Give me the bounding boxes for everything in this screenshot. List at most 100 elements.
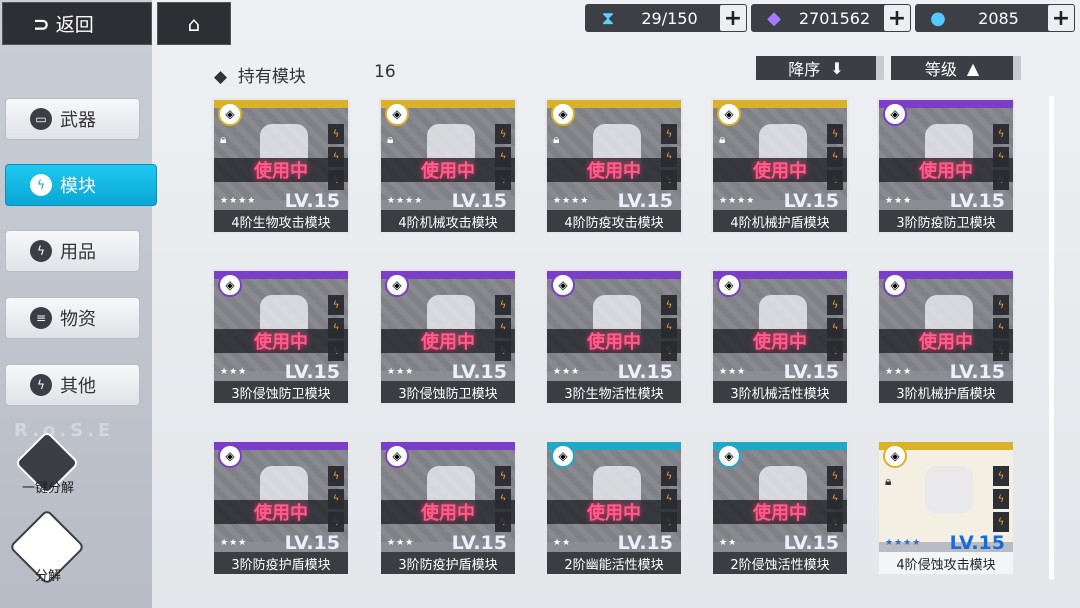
module-name: 4阶机械攻击模块: [381, 210, 515, 232]
star-rating: ★★★★: [553, 196, 590, 206]
sidebar-item-other[interactable]: ϟ 其他: [5, 364, 140, 406]
affix-icons: ϟϟϟ: [993, 466, 1009, 532]
sidebar-item-label: 物资: [60, 309, 96, 330]
module-level: LV.15: [284, 190, 340, 212]
in-use-badge: 使用中: [547, 329, 681, 353]
type-emblem-icon: ◈: [218, 444, 242, 468]
module-name: 3阶机械活性模块: [713, 381, 847, 403]
rank-icon: ▲: [966, 58, 980, 78]
module-card[interactable]: ◈ϟϟϟ使用中★★★LV.153阶机械活性模块: [711, 269, 849, 405]
star-rating: ★★: [719, 538, 738, 548]
scrollbar[interactable]: [1049, 96, 1054, 580]
type-emblem-icon: ◈: [551, 273, 575, 297]
affix-icon: ϟ: [827, 466, 843, 486]
module-name: 3阶防疫防卫模块: [879, 210, 1013, 232]
affix-icon: ϟ: [495, 295, 511, 315]
affix-icon: ϟ: [328, 295, 344, 315]
type-emblem-icon: ◈: [385, 273, 409, 297]
module-card[interactable]: ◈ϟϟϟ使用中★★★LV.153阶机械护盾模块: [877, 269, 1015, 405]
module-level: LV.15: [783, 532, 839, 554]
affix-icon: ϟ: [495, 124, 511, 144]
module-level: LV.15: [949, 190, 1005, 212]
star-rating: ★★★: [885, 367, 913, 377]
bolt-icon: ϟ: [30, 240, 52, 262]
back-arrow-icon: ⊃: [33, 11, 50, 36]
lock-icon[interactable]: 🔒︎: [220, 132, 226, 147]
module-card[interactable]: ◈ϟϟϟ使用中★★★LV.153阶防疫护盾模块: [212, 440, 350, 576]
resource-value: 2701562: [798, 8, 871, 28]
module-card[interactable]: ◈🔒︎ϟϟϟ使用中★★★★LV.154阶防疫攻击模块: [545, 98, 683, 234]
add-orb-button[interactable]: +: [1048, 5, 1074, 31]
affix-icon: ϟ: [328, 124, 344, 144]
module-card[interactable]: ◈ϟϟϟ使用中★★LV.152阶幽能活性模块: [545, 440, 683, 576]
module-level: LV.15: [451, 190, 507, 212]
module-card[interactable]: ◈ϟϟϟ使用中★★★LV.153阶防疫护盾模块: [379, 440, 517, 576]
module-name: 4阶生物攻击模块: [214, 210, 348, 232]
type-emblem-icon: ◈: [385, 444, 409, 468]
sidebar-item-supplies[interactable]: ϟ 用品: [5, 230, 140, 272]
module-card[interactable]: ◈ϟϟϟ使用中★★LV.152阶侵蚀活性模块: [711, 440, 849, 576]
add-crystal-button[interactable]: +: [884, 5, 910, 31]
hourglass-icon: ⧗: [601, 7, 615, 29]
module-card[interactable]: ◈🔒︎ϟϟϟ使用中★★★★LV.154阶机械护盾模块: [711, 98, 849, 234]
type-emblem-icon: ◈: [218, 273, 242, 297]
type-emblem-icon: ◈: [717, 273, 741, 297]
sort-order-button[interactable]: 降序 ⬇: [756, 56, 884, 80]
gun-icon: ▭: [30, 108, 52, 130]
back-button[interactable]: ⊃ 返回: [2, 2, 152, 45]
type-emblem-icon: ◈: [218, 102, 242, 126]
module-count: 16: [374, 62, 396, 82]
module-name: 2阶幽能活性模块: [547, 552, 681, 574]
sidebar-item-weapons[interactable]: ▭ 武器: [5, 98, 140, 140]
lock-icon[interactable]: 🔒︎: [719, 132, 725, 147]
in-use-badge: 使用中: [547, 500, 681, 524]
in-use-badge: 使用中: [713, 500, 847, 524]
in-use-badge: 使用中: [214, 158, 348, 182]
module-level: LV.15: [284, 532, 340, 554]
affix-icon: ϟ: [993, 124, 1009, 144]
affix-icon: ϟ: [993, 512, 1009, 532]
resource-crystal: ◆ 2701562 +: [751, 4, 911, 32]
type-emblem-icon: ◈: [551, 444, 575, 468]
module-name: 4阶防疫攻击模块: [547, 210, 681, 232]
add-stamina-button[interactable]: +: [720, 5, 746, 31]
lock-icon[interactable]: 🔒︎: [387, 132, 393, 147]
type-emblem-icon: ◈: [883, 444, 907, 468]
in-use-badge: 使用中: [713, 329, 847, 353]
sort-label: 降序: [788, 60, 821, 79]
module-card[interactable]: ◈ϟϟϟ使用中★★★LV.153阶防疫防卫模块: [877, 98, 1015, 234]
lock-icon[interactable]: 🔒︎: [885, 474, 891, 489]
star-rating: ★★★: [220, 367, 248, 377]
sidebar-item-label: 武器: [60, 110, 96, 131]
affix-icon: ϟ: [328, 466, 344, 486]
sidebar-item-modules[interactable]: ϟ 模块: [5, 164, 157, 206]
level-label: 等级: [924, 60, 957, 79]
affix-icon: ϟ: [661, 295, 677, 315]
type-emblem-icon: ◈: [883, 273, 907, 297]
affix-icon: ϟ: [495, 466, 511, 486]
lock-icon[interactable]: 🔒︎: [553, 132, 559, 147]
module-card[interactable]: ◈ϟϟϟ使用中★★★LV.153阶生物活性模块: [545, 269, 683, 405]
module-level: LV.15: [617, 532, 673, 554]
type-emblem-icon: ◈: [717, 444, 741, 468]
module-card[interactable]: ◈🔒︎ϟϟϟ使用中★★★★LV.154阶生物攻击模块: [212, 98, 350, 234]
type-emblem-icon: ◈: [883, 102, 907, 126]
star-rating: ★★★: [220, 538, 248, 548]
sort-level-button[interactable]: 等级 ▲: [891, 56, 1021, 80]
module-level: LV.15: [949, 532, 1005, 554]
module-card[interactable]: ◈🔒︎ϟϟϟ使用中★★★★LV.154阶机械攻击模块: [379, 98, 517, 234]
in-use-badge: 使用中: [879, 158, 1013, 182]
module-name: 2阶侵蚀活性模块: [713, 552, 847, 574]
owned-modules-title: ◆ 持有模块: [214, 67, 306, 87]
star-rating: ★★: [553, 538, 572, 548]
sidebar-item-label: 模块: [60, 176, 96, 197]
module-card[interactable]: ◈ 🔒︎ ϟ ϟ ϟ ★★★★ LV.15 4阶侵蚀攻击模块: [877, 440, 1015, 576]
stack-icon: ≡: [30, 307, 52, 329]
affix-icon: ϟ: [993, 466, 1009, 486]
home-button[interactable]: ⌂: [157, 2, 231, 45]
affix-icon: ϟ: [661, 124, 677, 144]
module-card[interactable]: ◈ϟϟϟ使用中★★★LV.153阶侵蚀防卫模块: [379, 269, 517, 405]
sidebar-item-materials[interactable]: ≡ 物资: [5, 297, 140, 339]
module-card[interactable]: ◈ϟϟϟ使用中★★★LV.153阶侵蚀防卫模块: [212, 269, 350, 405]
bolt-icon: ϟ: [30, 374, 52, 396]
